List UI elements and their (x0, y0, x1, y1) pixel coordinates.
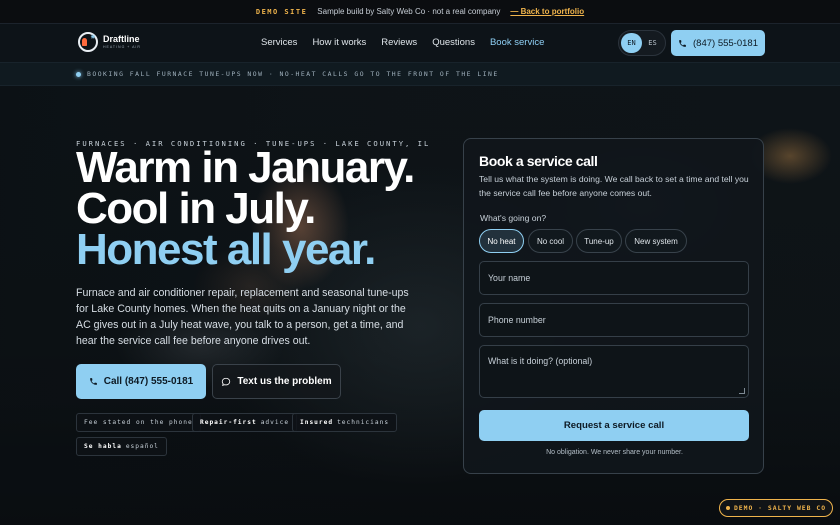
lang-es-button[interactable]: ES (642, 33, 663, 53)
chip-text: Fee stated on the phone (84, 419, 193, 426)
details-placeholder: What is it doing? (optional) (488, 356, 593, 366)
header-phone-number: (847) 555-0181 (693, 37, 758, 49)
call-button-label: Call (847) 555-0181 (103, 376, 194, 387)
option-tune-up[interactable]: Tune-up (576, 229, 622, 253)
phone-icon (678, 39, 687, 48)
chip-text: technicians (337, 419, 390, 426)
trust-chip-repair-first: Repair-first advice (192, 413, 298, 432)
phone-placeholder: Phone number (488, 315, 546, 325)
nav-link-reviews[interactable]: Reviews (381, 37, 417, 48)
ticker-text: BOOKING FALL FURNACE TUNE-UPS NOW · NO-H… (87, 70, 499, 78)
nav-links: Services How it works Reviews Questions … (261, 37, 544, 48)
demo-tag: DEMO SITE (255, 7, 308, 16)
status-dot-icon (76, 71, 81, 77)
form-title: Book a service call (479, 153, 598, 169)
lang-en-button[interactable]: EN (621, 33, 642, 53)
brand-wordmark: Draftline HEATING + AIR (103, 33, 141, 50)
nav-link-how-it-works[interactable]: How it works (312, 37, 366, 48)
flame-snowflake-icon (78, 32, 98, 52)
language-toggle: EN ES (618, 30, 666, 56)
demo-text: Sample build by Salty Web Co · not a rea… (317, 7, 501, 16)
badge-dot-icon (725, 506, 730, 510)
name-input[interactable]: Your name (479, 261, 749, 295)
nav-link-book-service[interactable]: Book service (490, 37, 544, 48)
phone-icon (89, 377, 98, 386)
details-textarea[interactable]: What is it doing? (optional) (479, 345, 749, 398)
text-us-button[interactable]: Text us the problem (212, 364, 341, 399)
headline-line-3: Honest all year. (76, 225, 376, 274)
brand-name: Draftline (103, 33, 140, 44)
booking-form-card: Book a service call Tell us what the sys… (463, 138, 764, 474)
demo-badge[interactable]: DEMO · SALTY WEB CO (719, 499, 833, 517)
text-us-button-label: Text us the problem (237, 376, 332, 387)
option-new-system[interactable]: New system (625, 229, 687, 253)
name-placeholder: Your name (488, 273, 531, 283)
nav-link-services[interactable]: Services (261, 37, 297, 48)
chip-bold: Repair-first (200, 419, 257, 426)
brand-tagline: HEATING + AIR (103, 44, 141, 49)
trust-chip-spanish: Se habla español (76, 437, 167, 456)
announcement-ticker: BOOKING FALL FURNACE TUNE-UPS NOW · NO-H… (0, 62, 840, 86)
issue-question-label: What's going on? (480, 213, 547, 223)
privacy-note: No obligation. We never share your numbe… (546, 449, 683, 456)
chip-text: advice (260, 419, 290, 426)
nav-link-questions[interactable]: Questions (432, 37, 475, 48)
form-description: Tell us what the system is doing. We cal… (479, 174, 749, 198)
request-service-button[interactable]: Request a service call (479, 410, 749, 441)
chip-bold: Insured (300, 419, 334, 426)
phone-input[interactable]: Phone number (479, 303, 749, 337)
headline-line-2: Cool in July. (76, 184, 316, 233)
trust-chip-fee: Fee stated on the phone (76, 413, 201, 432)
header-call-button[interactable]: (847) 555-0181 (671, 30, 765, 56)
chip-text: español (125, 443, 159, 450)
call-button[interactable]: Call (847) 555-0181 (76, 364, 206, 399)
hero-headline: Warm in January. Cool in July. Honest al… (76, 143, 415, 274)
resize-handle-icon[interactable] (739, 388, 745, 394)
hero-description: Furnace and air conditioner repair, repl… (76, 287, 409, 347)
back-to-portfolio-link[interactable]: — Back to portfolio (510, 7, 584, 16)
demo-badge-label: DEMO · SALTY WEB CO (733, 504, 827, 512)
trust-chip-insured: Insured technicians (292, 413, 398, 432)
demo-banner: DEMO SITE Sample build by Salty Web Co ·… (0, 0, 840, 24)
chat-bubble-icon (221, 377, 231, 387)
option-no-heat[interactable]: No heat (479, 229, 524, 253)
brand-logo[interactable]: Draftline HEATING + AIR (78, 32, 141, 52)
headline-line-1: Warm in January. (76, 143, 415, 192)
option-no-cool[interactable]: No cool (528, 229, 573, 253)
chip-bold: Se habla (84, 443, 122, 450)
